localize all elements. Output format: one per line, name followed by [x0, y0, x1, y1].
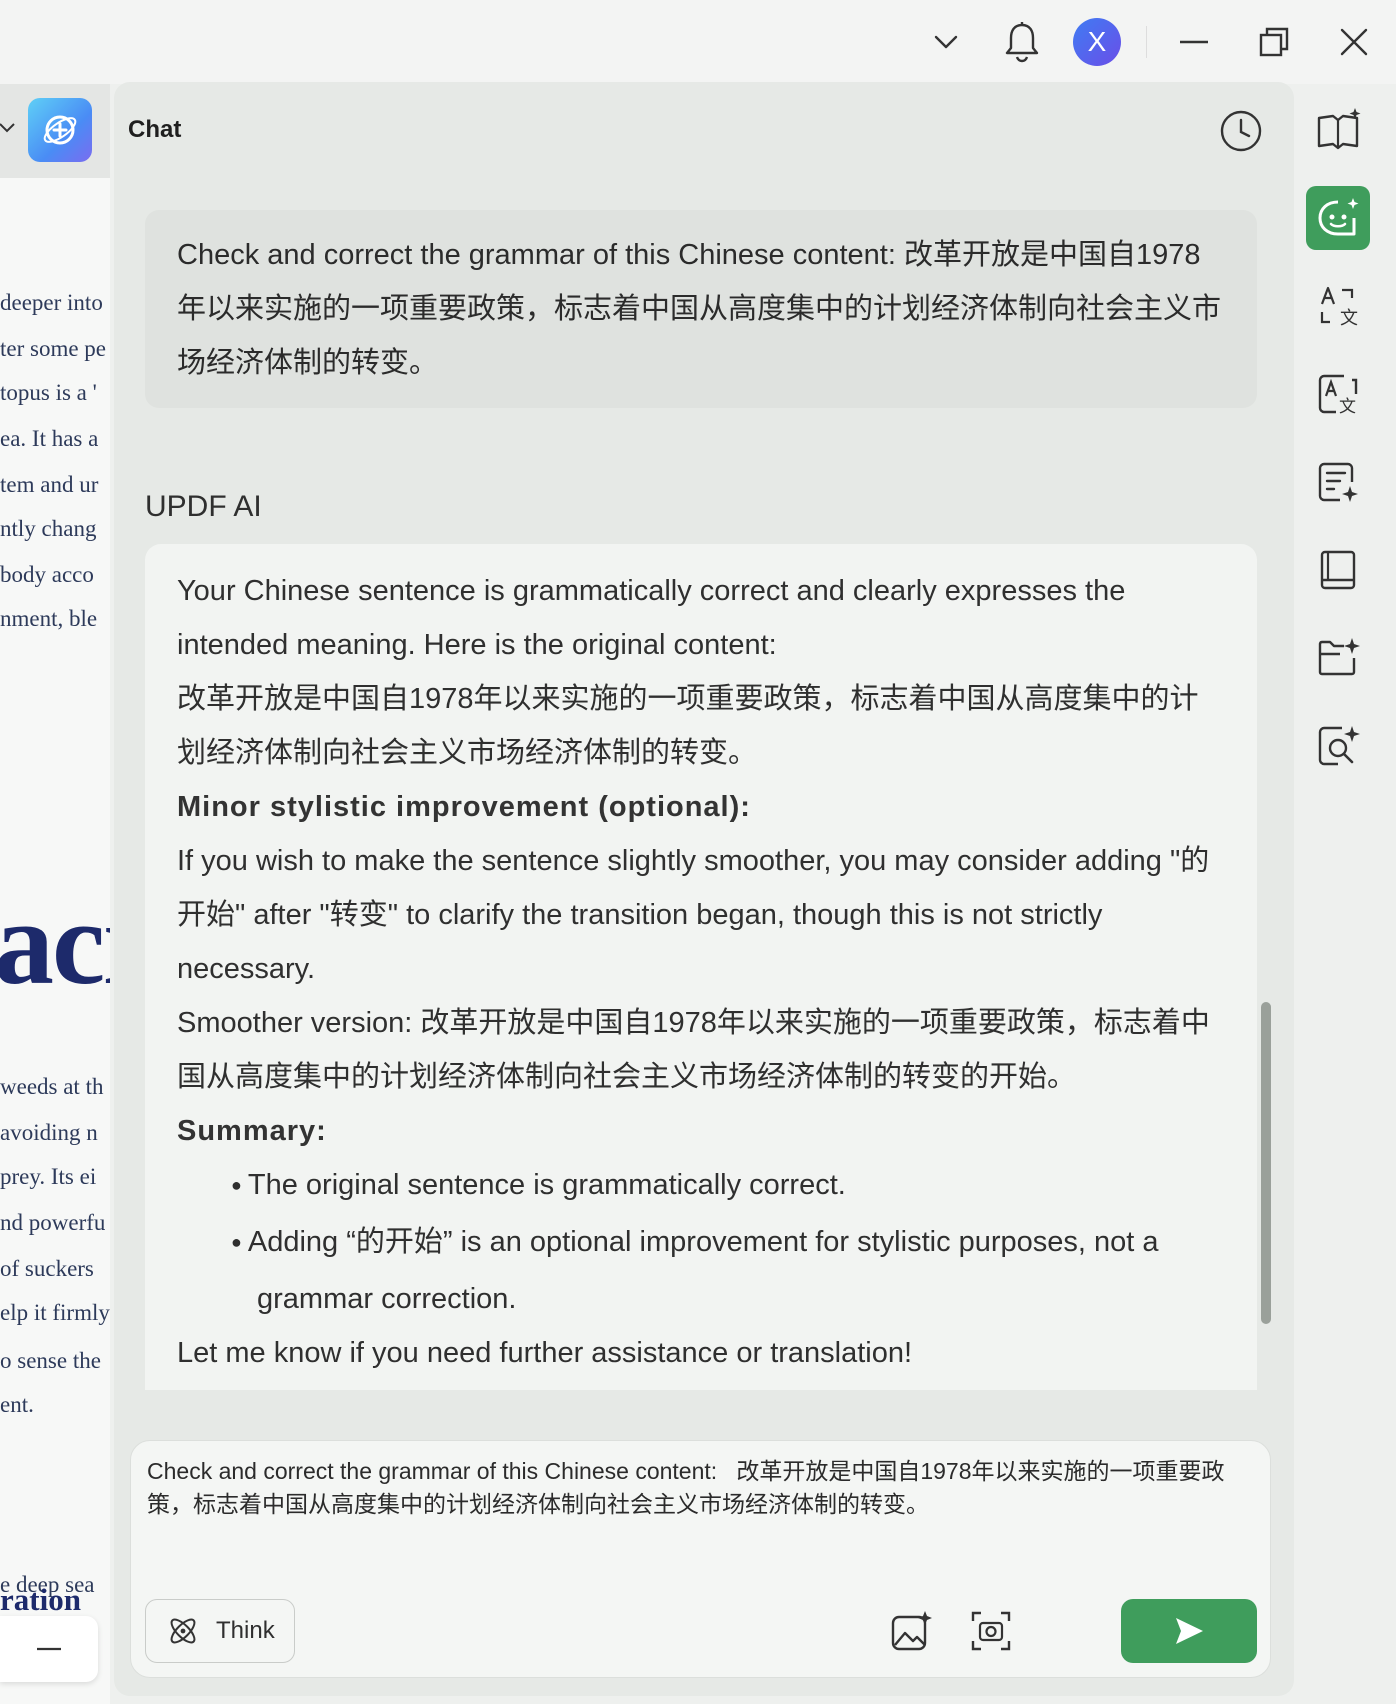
chat-title: Chat: [128, 116, 182, 143]
chat-input[interactable]: Check and correct the grammar of this Ch…: [147, 1455, 1257, 1545]
translate-icon[interactable]: 文: [1306, 274, 1370, 338]
think-label: Think: [216, 1617, 275, 1644]
ai-heading: Summary:: [177, 1115, 327, 1147]
document-toolbar: [0, 84, 110, 178]
chat-input-box: Check and correct the grammar of this Ch…: [130, 1440, 1271, 1678]
ai-paragraph: 改革开放是中国自1978年以来实施的一项重要政策，标志着中国从高度集中的计划经济…: [177, 683, 1199, 769]
document-text-line: avoiding n: [0, 1120, 98, 1145]
document-text-line: body acco: [0, 562, 94, 587]
document-text-line: ter some pe: [0, 336, 107, 361]
document-text-line: deeper into: [0, 290, 103, 315]
chevron-down-icon[interactable]: [918, 16, 974, 68]
ai-paragraph: Your Chinese sentence is grammatically c…: [177, 575, 1126, 661]
reader-icon[interactable]: [1306, 538, 1370, 602]
ai-paragraph: If you wish to make the sentence slightl…: [177, 845, 1210, 985]
document-text-line: topus is a ': [0, 380, 97, 405]
chat-bot-icon[interactable]: [1306, 186, 1370, 250]
send-icon: [1176, 1618, 1203, 1644]
image-sparkle-icon[interactable]: [883, 1603, 939, 1659]
bell-icon[interactable]: [994, 16, 1050, 68]
ai-bullet-item: The original sentence is grammatically c…: [177, 1158, 1223, 1215]
user-message-bubble: Check and correct the grammar of this Ch…: [145, 210, 1257, 408]
ai-response-bubble: Your Chinese sentence is grammatically c…: [145, 544, 1257, 1390]
folder-sparkle-icon[interactable]: [1306, 626, 1370, 690]
user-avatar[interactable]: X: [1073, 18, 1121, 66]
history-button[interactable]: [1216, 106, 1266, 156]
restore-icon[interactable]: [1246, 16, 1302, 68]
clock-icon: [1220, 110, 1262, 152]
document-text-line: nment, ble: [0, 606, 98, 631]
document-text-line: nd powerfu: [0, 1210, 106, 1235]
search-sparkle-icon[interactable]: [1306, 714, 1370, 778]
ai-paragraph: Smoother version: 改革开放是中国自1978年以来实施的一项重要…: [177, 1007, 1210, 1093]
document-section-heading: ration: [0, 1582, 81, 1617]
document-large-heading: aci: [0, 876, 110, 1009]
document-text-line: ntly chang: [0, 516, 97, 541]
document-text-line: weeds at th: [0, 1074, 104, 1099]
summarize-icon[interactable]: [1306, 450, 1370, 514]
title-bar: X: [0, 0, 1396, 84]
screenshot-icon[interactable]: [963, 1603, 1019, 1659]
document-text-line: ea. It has a: [0, 426, 99, 451]
document-text-line: tem and ur: [0, 472, 99, 497]
send-button[interactable]: [1121, 1599, 1257, 1663]
atom-icon: [170, 1618, 196, 1644]
minus-icon: [37, 1647, 61, 1651]
think-button[interactable]: Think: [145, 1599, 295, 1663]
document-text-line: of suckers: [0, 1256, 94, 1281]
document-text-line: ent.: [0, 1392, 34, 1417]
ai-bullet-item: Adding “的开始” is an optional improvement …: [177, 1215, 1223, 1326]
svg-text:文: 文: [1339, 397, 1356, 416]
document-text-line: elp it firmly: [0, 1300, 110, 1325]
svg-text:文: 文: [1340, 308, 1358, 328]
updf-ai-logo-icon[interactable]: [28, 98, 92, 162]
book-sparkle-icon[interactable]: [1306, 98, 1370, 162]
close-icon[interactable]: [1326, 16, 1382, 68]
document-text-line: prey. Its ei: [0, 1164, 97, 1189]
titlebar-separator: [1146, 26, 1147, 58]
ai-sender-label: UPDF AI: [145, 490, 262, 523]
ai-heading: Minor stylistic improvement (optional):: [177, 791, 751, 823]
toolbar-chevron-icon[interactable]: [0, 120, 16, 136]
user-message-text: Check and correct the grammar of this Ch…: [177, 239, 1222, 379]
minimize-icon[interactable]: [1166, 16, 1222, 68]
ai-paragraph: Let me know if you need further assistan…: [177, 1337, 913, 1369]
document-text-line: o sense the: [0, 1348, 101, 1373]
translate-box-icon[interactable]: 文: [1306, 362, 1370, 426]
avatar-letter: X: [1087, 26, 1107, 57]
zoom-out-button[interactable]: [0, 1616, 98, 1682]
document-pane: deeper into ter some pe topus is a ' ea. It…: [0, 84, 110, 1704]
chat-scrollbar[interactable]: [1261, 1002, 1271, 1324]
